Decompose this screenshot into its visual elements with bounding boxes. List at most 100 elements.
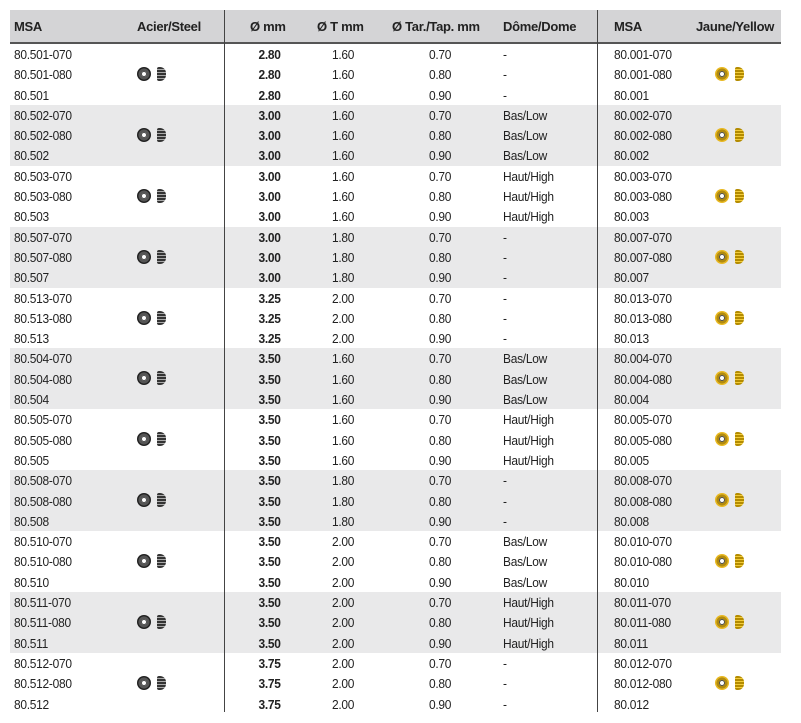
msa-cell: 80.508: [14, 513, 49, 529]
steel-crown-icon: [137, 674, 166, 692]
tap-cell: 0.80: [428, 189, 452, 205]
msa-cell: 80.511: [14, 635, 49, 651]
crown-top-view-icon: [137, 371, 151, 386]
msa-yellow-cell: 80.004-070: [614, 351, 672, 367]
msa-cell: 80.513-070: [14, 290, 72, 306]
product-group: 80.510-070 3.50 2.00 0.70 Bas/Low 80.010-070 8…: [10, 531, 781, 592]
crown-side-view-icon: [735, 188, 744, 203]
tap-cell: 0.70: [428, 290, 452, 306]
tap-cell: 0.80: [428, 615, 452, 631]
column-divider-left: [224, 42, 225, 712]
tap-cell: 0.70: [428, 412, 452, 428]
dome-cell: -: [503, 473, 507, 489]
dome-cell: Haut/High: [503, 615, 554, 631]
t-diameter-cell: 1.60: [331, 87, 355, 103]
table-body: 80.501-070 2.80 1.60 0.70-80.001-070 80.501-…: [10, 44, 781, 714]
crown-side-view-icon: [157, 615, 166, 630]
header-msa: MSA: [14, 19, 42, 34]
t-diameter-cell: 1.60: [331, 209, 355, 225]
table-row: 80.508 3.50 1.80 0.90 - 80.008: [10, 511, 781, 531]
dome-cell: -: [503, 655, 507, 671]
msa-cell: 80.504-080: [14, 371, 72, 387]
msa-cell: 80.511-070: [14, 595, 71, 611]
crown-top-view-icon: [715, 493, 729, 508]
table-row: 80.501-070 2.80 1.60 0.70 - 80.001-070: [10, 44, 781, 64]
t-diameter-cell: 2.00: [331, 554, 355, 570]
msa-yellow-cell: 80.003: [614, 209, 649, 225]
table-row: 80.510-070 3.50 2.00 0.70 Bas/Low 80.010-070: [10, 531, 781, 551]
crown-top-view-icon: [715, 188, 729, 203]
tap-cell: 0.90: [428, 513, 452, 529]
table-row: 80.507-080 3.00 1.80 0.80 - 80.007-080: [10, 247, 781, 267]
steel-crown-icon: [137, 187, 166, 205]
msa-cell: 80.508-080: [14, 493, 72, 509]
crown-side-view-icon: [157, 249, 166, 264]
product-group: 80.503-070 3.00 1.60 0.70 Haut/High 80.003-07…: [10, 166, 781, 227]
crown-top-view-icon: [715, 432, 729, 447]
crown-side-view-icon: [735, 493, 744, 508]
msa-yellow-cell: 80.010-070: [614, 534, 672, 550]
tap-cell: 0.80: [428, 432, 452, 448]
msa-yellow-cell: 80.011-080: [614, 615, 671, 631]
steel-crown-icon: [137, 430, 166, 448]
t-diameter-cell: 1.80: [331, 493, 355, 509]
header-steel: Acier/Steel: [137, 19, 201, 34]
table-row: 80.504-080 3.50 1.60 0.80 Bas/Low 80.004-080: [10, 369, 781, 389]
t-diameter-cell: 1.80: [331, 229, 355, 245]
column-divider-right: [597, 42, 598, 712]
msa-cell: 80.503-070: [14, 168, 72, 184]
crown-side-view-icon: [157, 675, 166, 690]
msa-yellow-cell: 80.003-070: [614, 168, 672, 184]
msa-yellow-cell: 80.013-080: [614, 310, 672, 326]
t-diameter-cell: 2.00: [331, 290, 355, 306]
tap-cell: 0.90: [428, 87, 452, 103]
msa-cell: 80.504-070: [14, 351, 72, 367]
diameter-cell: 3.00: [258, 249, 281, 265]
diameter-cell: 3.00: [258, 189, 281, 205]
crown-top-view-icon: [715, 127, 729, 142]
tap-cell: 0.90: [428, 392, 452, 408]
t-diameter-cell: 1.60: [331, 392, 355, 408]
msa-yellow-cell: 80.005-080: [614, 432, 672, 448]
msa-cell: 80.502-070: [14, 107, 72, 123]
crown-side-view-icon: [735, 432, 744, 447]
diameter-cell: 2.80: [258, 47, 281, 62]
header-diameter: Ø mm: [250, 19, 286, 34]
msa-yellow-cell: 80.001-080: [614, 67, 672, 83]
msa-cell: 80.513: [14, 331, 49, 347]
msa-yellow-cell: 80.013: [614, 331, 649, 347]
table-row: 80.513 3.25 2.00 0.90 - 80.013: [10, 328, 781, 348]
diameter-cell: 2.80: [258, 87, 281, 103]
diameter-cell: 3.50: [258, 432, 281, 448]
t-diameter-cell: 2.00: [331, 655, 355, 671]
table-row: 80.511-070 3.50 2.00 0.70 Haut/High 80.011-07…: [10, 592, 781, 612]
msa-yellow-cell: 80.012: [614, 696, 649, 712]
table-row: 80.503-070 3.00 1.60 0.70 Haut/High 80.003-07…: [10, 166, 781, 186]
t-diameter-cell: 1.60: [331, 168, 355, 184]
diameter-cell: 3.75: [258, 655, 281, 671]
gold-crown-icon: [715, 65, 744, 83]
msa-yellow-cell: 80.012-070: [614, 655, 672, 671]
t-diameter-cell: 1.60: [331, 107, 355, 123]
msa-yellow-cell: 80.013-070: [614, 290, 672, 306]
table-row: 80.507 3.00 1.80 0.90 - 80.007: [10, 267, 781, 287]
msa-yellow-cell: 80.012-080: [614, 676, 672, 692]
msa-cell: 80.510-070: [14, 534, 72, 550]
table-row: 80.505-080 3.50 1.60 0.80 Haut/High 80.005-08…: [10, 430, 781, 450]
dome-cell: Haut/High: [503, 432, 554, 448]
diameter-cell: 3.75: [258, 676, 281, 692]
msa-cell: 80.501-080: [14, 67, 72, 83]
diameter-cell: 3.50: [258, 595, 281, 611]
gold-crown-icon: [715, 126, 744, 144]
msa-cell: 80.507-070: [14, 229, 72, 245]
dome-cell: -: [503, 270, 507, 286]
product-group: 80.505-070 3.50 1.60 0.70 Haut/High 80.005-07…: [10, 409, 781, 470]
msa-cell: 80.507-080: [14, 249, 72, 265]
diameter-cell: 3.00: [258, 270, 281, 286]
msa-yellow-cell: 80.007: [614, 270, 649, 286]
gold-crown-icon: [715, 369, 744, 387]
crown-top-view-icon: [715, 310, 729, 325]
tap-cell: 0.90: [428, 209, 452, 225]
diameter-cell: 3.00: [258, 128, 281, 144]
msa-cell: 80.508-070: [14, 473, 72, 489]
